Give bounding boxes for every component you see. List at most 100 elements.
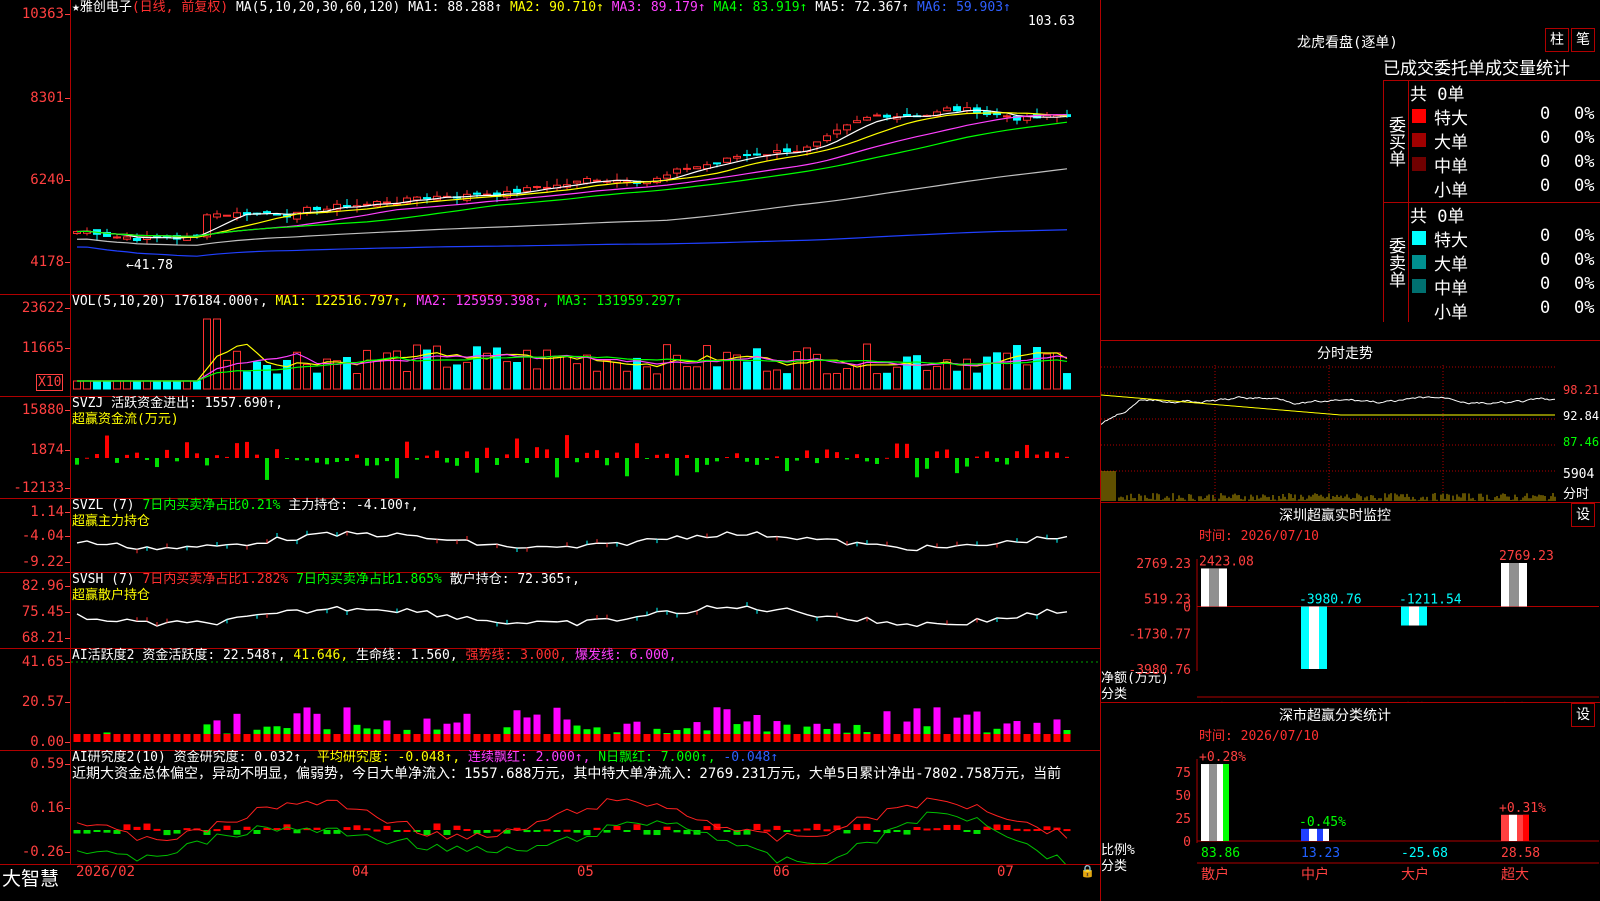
sell-table: 共 0单 特大 0 0% 大单 0 0% 中单 0 0% 小单 0 0% <box>1408 202 1600 323</box>
volume-bar <box>713 366 721 390</box>
candle-body <box>743 154 751 157</box>
volume-bar <box>613 362 621 390</box>
sell-row-count: 0 <box>1540 274 1551 294</box>
candle-body <box>573 180 581 184</box>
activity-base <box>303 734 311 742</box>
candle-body <box>993 113 1001 116</box>
retail-chart[interactable] <box>71 572 1099 648</box>
sell-row-label: 大单 <box>1434 255 1468 275</box>
price-axis: 10363 8301 6240 4178 <box>0 0 71 294</box>
candle-body <box>753 153 761 156</box>
buy-row: 大单 0 0% <box>1408 128 1600 153</box>
volume-bar <box>653 373 661 390</box>
flow-bar <box>365 458 369 466</box>
flow-bar <box>1005 458 1009 465</box>
sz-net-chart[interactable]: 2769.23519.230-1730.77-3980.762423.08散户-… <box>1101 503 1600 703</box>
activity-base <box>1033 734 1041 742</box>
ssc-ratio-chart[interactable]: 75 50 25 0 +0.28% 83.86 散户 -0.45% 13.23 中户 -25.68 大… <box>1101 703 1600 901</box>
candle-body <box>903 113 911 117</box>
svzj-panel[interactable]: 15880 1874 -12133 SVZJ 活跃资金进出: 1557.690↑… <box>0 396 1100 499</box>
activity-base <box>953 734 961 742</box>
sell-row-percent: 0% <box>1574 298 1595 318</box>
candle-body <box>533 186 541 189</box>
date-axis[interactable]: 大智慧 2026/02 04 05 06 07 🔒 <box>0 864 1100 900</box>
volume-bar <box>533 368 541 390</box>
flow-bar <box>335 458 339 463</box>
research-bar <box>553 830 561 832</box>
volume-bar <box>243 371 251 390</box>
bar-view-button[interactable]: 柱 <box>1545 28 1569 52</box>
volume-bar <box>163 380 171 390</box>
ai-research-axis-label: 0.16 <box>30 800 70 816</box>
volume-bar <box>513 361 521 390</box>
flow-bar <box>135 452 139 458</box>
intraday-avg-line <box>1101 394 1555 416</box>
activity-base <box>373 734 381 742</box>
volume-bar <box>193 380 201 390</box>
sz-bar-highlight <box>1309 606 1319 669</box>
candle-body <box>413 196 421 201</box>
volume-panel[interactable]: 23622 11665 X10 VOL(5,10,20) 176184.000↑… <box>0 294 1100 397</box>
lock-icon[interactable]: 🔒 <box>1080 864 1095 878</box>
activity-base <box>523 734 531 742</box>
flow-bar <box>995 458 999 462</box>
ai-research-panel[interactable]: 0.59 0.16 -0.26 AI研究度2(10) 资金研究度: 0.032↑… <box>0 750 1100 865</box>
lhb-tabs[interactable]: 已成交委托单成交量统计 <box>1383 54 1600 81</box>
ma5-line <box>76 168 1068 246</box>
research-bar <box>663 826 671 830</box>
ssc-stat-panel[interactable]: 深市超赢分类统计 设 时间: 2026/07/10 比例% 分类 75 50 25 0… <box>1100 702 1600 901</box>
tick-view-button[interactable]: 笔 <box>1571 28 1595 52</box>
ai-research-chart[interactable] <box>71 750 1099 864</box>
svzl-panel[interactable]: 1.14 -4.04 -9.22 SVZL (7) 7日内买卖净占比0.21% … <box>0 498 1100 573</box>
sz-monitor-panel[interactable]: 深圳超赢实时监控 设 时间: 2026/07/10 净额(万元) 分类 2769… <box>1100 502 1600 703</box>
ai-activity-axis-label: 20.57 <box>21 694 71 710</box>
volume-bar <box>143 380 151 390</box>
activity-base <box>243 734 251 742</box>
flow-bar <box>975 456 979 458</box>
intraday-panel[interactable]: 分时走势 98.21 92.84 87.46 5904 分时 <box>1100 340 1600 503</box>
ai-activity-chart[interactable] <box>71 648 1099 750</box>
research-bar <box>1043 826 1051 830</box>
intraday-chart[interactable] <box>1101 365 1561 503</box>
volume-chart[interactable] <box>71 294 1099 396</box>
activity-base <box>793 734 801 742</box>
buy-row-percent: 0% <box>1574 176 1595 196</box>
flow-bar <box>235 443 239 458</box>
activity-base <box>133 734 141 742</box>
buy-row-count: 0 <box>1540 176 1551 196</box>
volume-bar <box>853 364 861 390</box>
kline-panel[interactable]: 10363 8301 6240 4178 ★雅创电子(日线, 前复权) MA(5… <box>0 0 1100 295</box>
activity-base <box>1043 734 1051 742</box>
buy-total-text: 共 0单 <box>1410 85 1465 105</box>
activity-base <box>193 734 201 742</box>
volume-bar <box>283 359 291 390</box>
activity-base <box>123 734 131 742</box>
activity-base <box>323 734 331 742</box>
svsh-panel[interactable]: 82.96 75.45 68.21 SVSH (7) 7日内买卖净占比1.282… <box>0 572 1100 649</box>
volume-bar <box>183 380 191 390</box>
flow-bar <box>1025 444 1029 458</box>
activity-base <box>393 734 401 742</box>
candle-body <box>123 236 131 240</box>
research-bar <box>83 830 91 834</box>
activity-base <box>363 734 371 742</box>
ma4-line <box>76 121 1068 237</box>
ai-research-axis: 0.59 0.16 -0.26 <box>0 750 71 864</box>
money-flow-chart[interactable] <box>71 396 1099 498</box>
volume-bar <box>763 370 771 390</box>
main-force-chart[interactable] <box>71 498 1099 572</box>
intraday-price-label: 92.84 <box>1563 409 1600 423</box>
volume-bar <box>913 355 921 390</box>
research-bar <box>713 823 721 830</box>
lhb-title: 龙虎看盘(逐单) <box>1297 35 1398 51</box>
candlestick-chart[interactable] <box>71 0 1099 294</box>
ai-activity-panel[interactable]: 41.65 20.57 0.00 AI活跃度2 资金活跃度: 22.548↑, … <box>0 648 1100 751</box>
svsh-axis-label: 68.21 <box>21 630 71 646</box>
brand-logo: 大智慧 <box>2 868 60 890</box>
ma2-line <box>76 112 1068 238</box>
activity-base <box>983 734 991 742</box>
sell-row-percent: 0% <box>1574 274 1595 294</box>
activity-base <box>913 734 921 742</box>
research-avg-line <box>76 811 1067 864</box>
ai-research-axis-label: 0.59 <box>30 756 70 772</box>
